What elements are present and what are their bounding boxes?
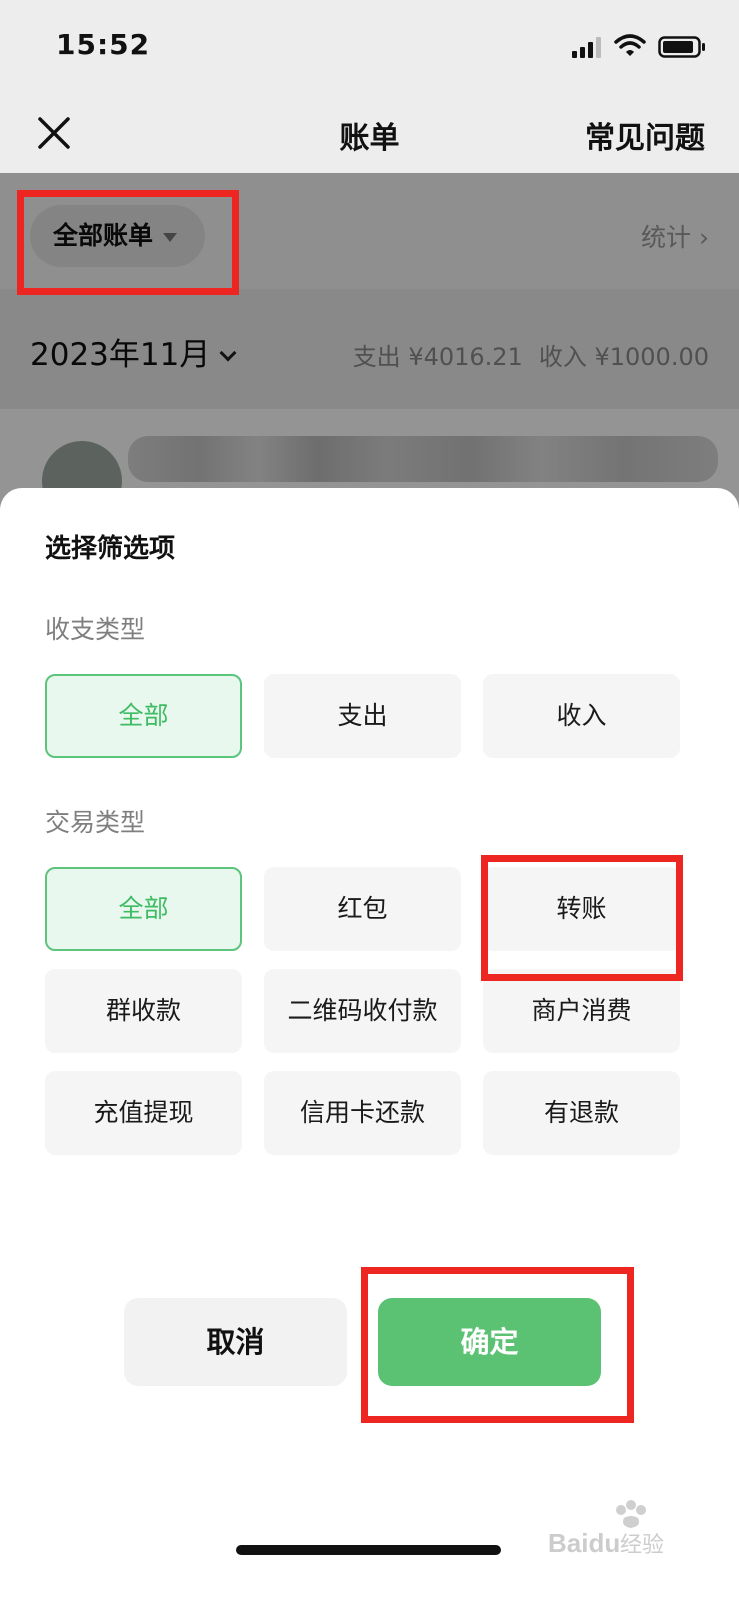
trade-option-merchant[interactable]: 商户消费 xyxy=(483,969,680,1053)
flow-option-all[interactable]: 全部 xyxy=(45,674,242,758)
trade-option-credit-card[interactable]: 信用卡还款 xyxy=(264,1071,461,1155)
nav-bar: 账单 常见问题 xyxy=(0,95,739,173)
annotation-box xyxy=(361,1267,634,1423)
flow-option-expense[interactable]: 支出 xyxy=(264,674,461,758)
annotation-box xyxy=(481,855,683,981)
sheet-title: 选择筛选项 xyxy=(45,534,176,564)
svg-text:Baidu: Baidu xyxy=(548,1528,620,1558)
wifi-icon xyxy=(614,34,646,56)
battery-icon xyxy=(658,36,705,58)
cancel-button[interactable]: 取消 xyxy=(124,1298,347,1386)
trade-option-refund[interactable]: 有退款 xyxy=(483,1071,680,1155)
trade-option-red-packet[interactable]: 红包 xyxy=(264,867,461,951)
close-icon[interactable] xyxy=(32,111,76,155)
trade-option-qr-pay[interactable]: 二维码收付款 xyxy=(264,969,461,1053)
filter-sheet: 选择筛选项 收支类型 全部 支出 收入 交易类型 全部 红包 转账 群收款 二维… xyxy=(0,488,739,1600)
status-time: 15:52 xyxy=(56,28,151,61)
svg-text:经验: 经验 xyxy=(620,1533,664,1558)
trade-type-label: 交易类型 xyxy=(45,808,146,837)
home-indicator xyxy=(236,1545,501,1555)
trade-option-group-collect[interactable]: 群收款 xyxy=(45,969,242,1053)
faq-link[interactable]: 常见问题 xyxy=(585,113,705,157)
annotation-box xyxy=(17,190,239,295)
trade-option-topup-withdraw[interactable]: 充值提现 xyxy=(45,1071,242,1155)
trade-option-all[interactable]: 全部 xyxy=(45,867,242,951)
flow-type-label: 收支类型 xyxy=(45,615,146,644)
cellular-signal-icon xyxy=(572,37,601,58)
status-bar: 15:52 xyxy=(0,0,739,95)
watermark-logo: Baidu 经验 xyxy=(548,1500,664,1558)
flow-option-income[interactable]: 收入 xyxy=(483,674,680,758)
